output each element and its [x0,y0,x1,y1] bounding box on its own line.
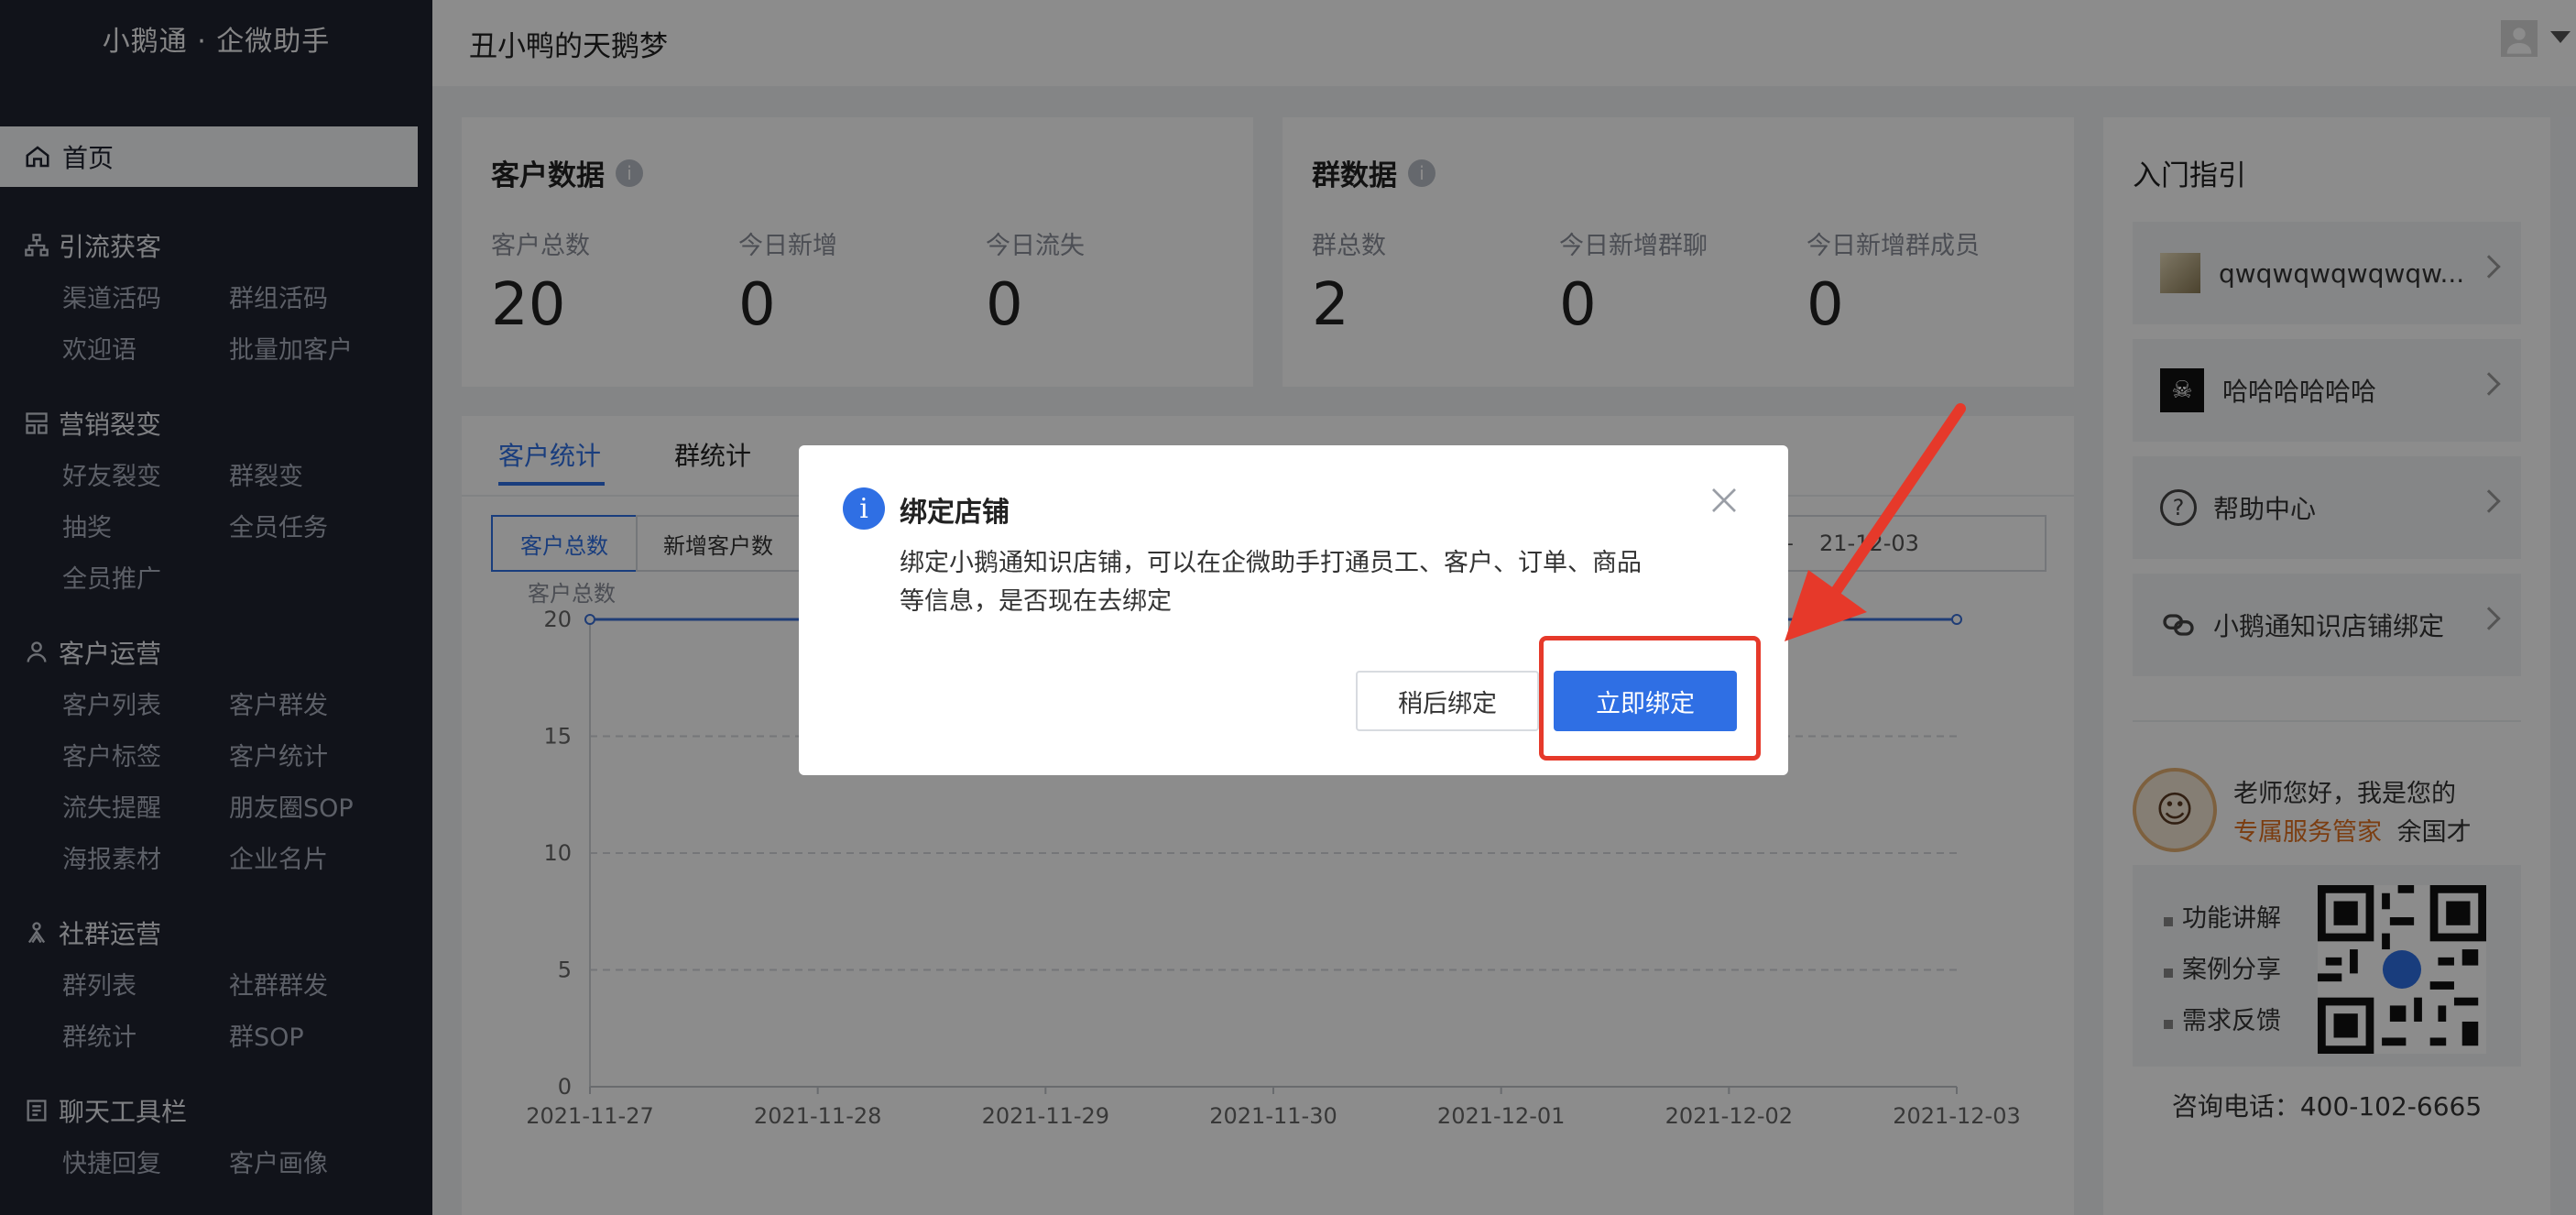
bind-later-button[interactable]: 稍后绑定 [1356,671,1539,731]
dialog-title: 绑定店铺 [900,497,1010,529]
arrow-icon [1785,403,1966,641]
close-icon[interactable] [1708,484,1741,517]
dialog-body: 绑定小鹅通知识店铺，可以在企微助手打通员工、客户、订单、商品等信息，是否现在去绑… [900,549,1642,616]
info-icon: i [843,487,885,530]
highlight-box [1539,636,1761,761]
